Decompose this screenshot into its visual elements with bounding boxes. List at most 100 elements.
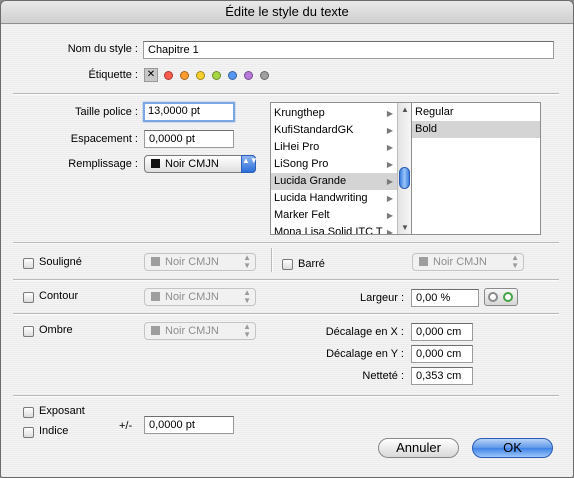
outline-color-value: Noir CMJN (165, 291, 219, 303)
shadow-sharpness-input[interactable]: 0,353 cm (411, 367, 473, 385)
underline-label: Souligné (39, 256, 82, 268)
popup-arrows-icon: ▲▼ (243, 288, 251, 305)
submenu-arrow-icon: ▶ (386, 126, 393, 135)
submenu-arrow-icon: ▶ (386, 194, 393, 203)
fill-color-popup[interactable]: Noir CMJN ▲▼ (144, 155, 258, 173)
color-swatch (151, 257, 160, 266)
strike-label: Barré (298, 258, 325, 270)
dialog-window: Édite le style du texte Nom du style : C… (0, 0, 574, 478)
divider (13, 395, 559, 397)
shadow-color-popup[interactable]: Noir CMJN ▲ ▼ (144, 322, 256, 340)
font-name: KufiStandardGK (274, 124, 354, 136)
label-color-dot[interactable] (164, 71, 173, 80)
divider (13, 93, 559, 95)
font-name: LiSong Pro (274, 158, 329, 170)
label-color-dot[interactable] (196, 71, 205, 80)
divider (13, 242, 559, 244)
spacing-label: Espacement : (70, 133, 138, 145)
font-name: Marker Felt (274, 209, 330, 221)
submenu-arrow-icon: ▶ (386, 143, 393, 152)
style-name-input[interactable]: Chapitre 1 (143, 41, 554, 59)
strike-checkbox[interactable] (282, 259, 293, 270)
divider (271, 248, 273, 272)
font-name: Lucida Grande (274, 175, 347, 187)
offset-input[interactable]: 0,0000 pt (144, 416, 234, 434)
font-style-item[interactable]: Bold (412, 121, 540, 138)
font-size-input[interactable]: 13,0000 pt (143, 102, 235, 122)
cancel-button[interactable]: Annuler (378, 438, 459, 458)
scroll-up-icon[interactable]: ▲ (401, 105, 409, 114)
submenu-arrow-icon: ▶ (386, 109, 393, 118)
label-color-dot[interactable] (228, 71, 237, 80)
color-swatch (151, 326, 160, 335)
scroll-down-icon[interactable]: ▼ (401, 223, 409, 232)
underline-color-value: Noir CMJN (165, 256, 219, 268)
submenu-arrow-icon: ▶ (386, 211, 393, 220)
label-none-icon[interactable]: ✕ (144, 68, 158, 82)
underline-color-popup[interactable]: Noir CMJN ▲ ▼ (144, 253, 256, 271)
subscript-label: Indice (39, 425, 69, 437)
outline-color-popup[interactable]: Noir CMJN ▲ ▼ (144, 288, 256, 306)
strike-color-popup[interactable]: Noir CMJN ▲ ▼ (412, 253, 524, 271)
outline-inside-icon[interactable] (503, 292, 513, 302)
outline-label: Contour (39, 290, 79, 302)
font-list-item[interactable]: KufiStandardGK ▶ (271, 122, 397, 139)
fill-color-value: Noir CMJN (165, 158, 219, 170)
font-list-item[interactable]: Mona Lisa Solid ITC T ▶ (271, 224, 397, 235)
popup-arrows-icon: ▲▼ (241, 155, 258, 173)
font-style-item[interactable]: Regular (412, 104, 540, 121)
style-name-label: Nom du style : (67, 43, 138, 55)
label-color-dot[interactable] (260, 71, 269, 80)
divider (13, 279, 559, 281)
font-name: Krungthep (274, 107, 325, 119)
shadow-offset-y-label: Décalage en Y : (326, 348, 404, 360)
shadow-offset-y-input[interactable]: 0,000 cm (411, 345, 473, 363)
font-style-list[interactable]: Regular Bold (411, 102, 541, 235)
label-color-dot[interactable] (180, 71, 189, 80)
submenu-arrow-icon: ▶ (386, 177, 393, 186)
scroll-thumb[interactable] (399, 167, 410, 189)
ok-button[interactable]: OK (472, 438, 553, 458)
popup-arrows-icon: ▲▼ (243, 322, 251, 339)
outline-position-toggle[interactable] (484, 288, 518, 306)
subscript-checkbox[interactable] (23, 427, 34, 438)
superscript-checkbox[interactable] (23, 407, 34, 418)
outline-width-input[interactable]: 0,00 % (411, 289, 479, 307)
spacing-input[interactable]: 0,0000 pt (144, 130, 234, 148)
font-list-item[interactable]: Lucida Handwriting ▶ (271, 190, 397, 207)
font-list-item[interactable]: Lucida Grande ▶ (271, 173, 397, 190)
font-family-list[interactable]: Krungthep ▶ KufiStandardGK ▶ LiHei Pro ▶ LiSon… (270, 102, 413, 235)
underline-checkbox[interactable] (23, 258, 34, 269)
fill-label: Remplissage : (68, 158, 138, 170)
offset-label: +/- (119, 420, 133, 432)
outline-checkbox[interactable] (23, 292, 34, 303)
shadow-offset-x-label: Décalage en X : (325, 326, 404, 338)
label-color-dot[interactable] (212, 71, 221, 80)
submenu-arrow-icon: ▶ (386, 228, 393, 235)
shadow-color-value: Noir CMJN (165, 325, 219, 337)
font-list-item[interactable]: LiSong Pro ▶ (271, 156, 397, 173)
shadow-sharpness-label: Netteté : (362, 370, 404, 382)
outline-width-label: Largeur : (359, 292, 404, 304)
outline-outside-icon[interactable] (488, 292, 498, 302)
popup-arrows-icon: ▲▼ (511, 253, 519, 270)
font-size-label: Taille police : (75, 106, 138, 118)
color-swatch (419, 257, 428, 266)
font-list-item[interactable]: Marker Felt ▶ (271, 207, 397, 224)
font-name: Mona Lisa Solid ITC T (274, 226, 383, 235)
divider (13, 313, 559, 315)
font-name: LiHei Pro (274, 141, 320, 153)
shadow-offset-x-input[interactable]: 0,000 cm (411, 323, 473, 341)
etiquette-label: Étiquette : (88, 69, 138, 81)
color-swatch (151, 292, 160, 301)
font-list-item[interactable]: LiHei Pro ▶ (271, 139, 397, 156)
color-swatch (151, 159, 160, 168)
superscript-label: Exposant (39, 405, 85, 417)
shadow-label: Ombre (39, 324, 73, 336)
font-name: Lucida Handwriting (274, 192, 368, 204)
window-title: Édite le style du texte (1, 1, 573, 24)
font-list-item[interactable]: Krungthep ▶ (271, 105, 397, 122)
label-color-dot[interactable] (244, 71, 253, 80)
font-list-scrollbar[interactable]: ▲ ▼ (397, 103, 412, 234)
shadow-checkbox[interactable] (23, 326, 34, 337)
